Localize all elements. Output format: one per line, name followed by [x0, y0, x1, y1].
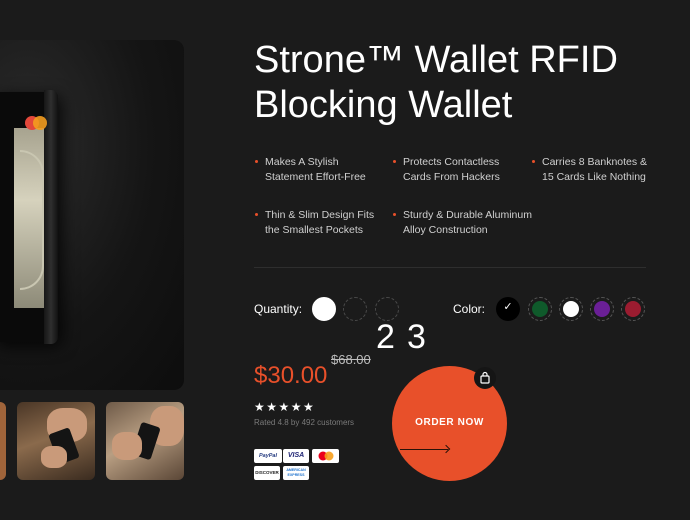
quantity-label: Quantity: — [254, 302, 303, 316]
color-swatch-purple[interactable] — [590, 297, 614, 321]
color-swatch-white[interactable] — [559, 297, 583, 321]
product-thumbnail-partial[interactable] — [0, 402, 6, 480]
quantity-option-3-label: 3 — [407, 318, 426, 356]
shopping-bag-icon[interactable] — [474, 367, 496, 389]
color-swatch-black[interactable]: ✓ — [496, 297, 520, 321]
current-price: $30.00 — [254, 362, 328, 389]
paypal-badge: PayPal — [254, 449, 282, 463]
color-swatch-red[interactable] — [621, 297, 645, 321]
feature-item: Protects Contactless Cards From Hackers — [393, 155, 531, 185]
quantity-option-2[interactable] — [343, 297, 367, 321]
divider — [254, 267, 646, 268]
feature-item: Sturdy & Durable Aluminum Alloy Construct… — [393, 208, 538, 238]
product-main-image — [0, 40, 184, 390]
visa-badge: VISA — [283, 449, 309, 463]
check-icon: ✓ — [503, 301, 513, 313]
color-swatch-green[interactable] — [528, 297, 552, 321]
star-rating: ★★★★★ — [254, 400, 316, 414]
original-price: $68.00 — [331, 352, 371, 367]
quantity-option-1[interactable] — [312, 297, 336, 321]
product-thumbnail-1[interactable] — [17, 402, 95, 480]
color-label: Color: — [453, 302, 486, 316]
feature-item: Carries 8 Banknotes & 15 Cards Like Nothi… — [532, 155, 670, 185]
mastercard-icon — [318, 451, 334, 461]
discover-badge: DISCOVER — [254, 466, 280, 480]
product-thumbnail-2[interactable] — [106, 402, 184, 480]
feature-item: Makes A Stylish Statement Effort-Free — [255, 155, 393, 185]
amex-badge: AMERICAN EXPRESS — [283, 466, 309, 480]
rating-text: Rated 4.8 by 492 customers — [254, 418, 355, 427]
quantity-option-2-label: 2 — [376, 318, 395, 356]
arrow-right-icon — [400, 449, 448, 450]
product-title: Strone™ Wallet RFID Blocking Wallet — [254, 39, 618, 126]
feature-item: Thin & Slim Design Fits the Smallest Pock… — [255, 208, 393, 238]
